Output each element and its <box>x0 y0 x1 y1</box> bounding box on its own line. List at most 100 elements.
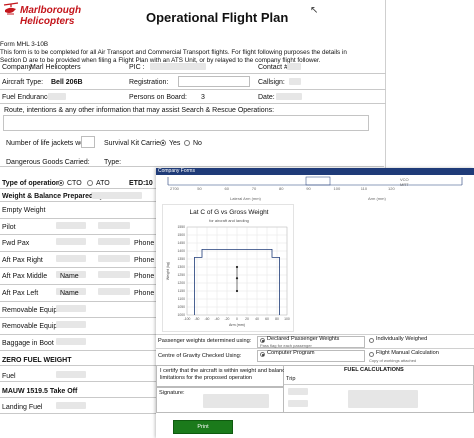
certify-line-1: I certify that the aircraft is within we… <box>160 368 289 374</box>
top-axis-tick: 2700 <box>170 186 179 191</box>
wb-item-phone-label: Phone <box>134 273 155 281</box>
y-tick-label: 1050 <box>177 305 185 309</box>
x-tick-label: -20 <box>225 317 230 321</box>
print-button[interactable]: Print <box>173 420 233 434</box>
company-forms-panel: Company Forms 2700 50 60 70 80 90 100 110 120 La… <box>156 168 474 438</box>
x-axis-label: Arm (mm) <box>229 323 245 327</box>
dg-divider <box>0 166 384 167</box>
wb-item-weight-field[interactable] <box>56 221 86 229</box>
persons-value[interactable]: 3 <box>201 93 205 102</box>
brand-line-1: Marlborough <box>20 5 82 16</box>
y-tick-label: 1000 <box>177 313 185 317</box>
callsign-field[interactable] <box>289 78 301 85</box>
registration-label: Registration: <box>129 79 169 86</box>
wb-item-weight-field[interactable] <box>56 337 86 345</box>
zfw-label: ZERO FUEL WEIGHT <box>2 357 72 364</box>
fuel-calc-field-2[interactable] <box>288 400 308 407</box>
wb-item-label: Empty Weight <box>2 207 46 214</box>
life-jackets-input[interactable] <box>81 136 95 148</box>
individually-radio[interactable] <box>369 338 374 343</box>
wb-item-label: Fwd Pax <box>2 240 30 248</box>
intro-text-1: This form is to be completed for all Air… <box>0 49 347 56</box>
fuel-calc-field-1[interactable] <box>288 388 308 395</box>
wb-preparer-field[interactable] <box>92 192 142 199</box>
wb-item-arm-field[interactable] <box>98 238 130 246</box>
y-tick-label: 1450 <box>177 241 185 245</box>
wb-item-weight-field[interactable] <box>56 321 86 329</box>
form-header: Marlborough Helicopters Operational Flig… <box>0 0 386 42</box>
wb-item-label: Aft Pax Left <box>2 290 39 297</box>
company-row: Company: Marl Helicopters PIC : Contact … <box>0 60 386 74</box>
manual-radio[interactable] <box>369 352 374 357</box>
signature-field[interactable] <box>203 394 269 408</box>
cg-point <box>235 265 239 269</box>
fuel-field[interactable] <box>56 371 86 378</box>
y-tick-label: 1350 <box>177 257 185 261</box>
wb-item-arm-field[interactable] <box>98 288 130 295</box>
fuel-endurance-field[interactable] <box>48 93 66 100</box>
contact-label: Contact # <box>258 64 288 71</box>
wb-item-weight-field[interactable] <box>56 238 86 246</box>
fuel-calc-title: FUEL CALCULATIONS <box>344 367 404 373</box>
fuel-label: Fuel <box>2 373 16 380</box>
x-tick-label: 80 <box>275 317 279 321</box>
y-tick-label: 1250 <box>177 273 185 277</box>
form-id: Form MHL 3-10B <box>0 41 49 48</box>
survival-kit-label: Survival Kit Carried: <box>104 140 166 147</box>
x-tick-label: -100 <box>184 317 191 321</box>
cto-radio[interactable] <box>58 180 64 186</box>
company-forms-title: Company Forms <box>158 168 195 174</box>
callsign-label: Callsign: <box>258 79 285 86</box>
cg-point <box>235 277 239 280</box>
wb-item-arm-field[interactable] <box>98 254 130 262</box>
company-logo: Marlborough Helicopters <box>2 2 81 40</box>
registration-field[interactable] <box>178 76 250 87</box>
cto-label: CTO <box>67 180 82 187</box>
cg-point <box>235 289 239 293</box>
cog-row: Centre of Gravity Checked Using: Compute… <box>156 348 474 364</box>
x-tick-label: 100 <box>284 317 290 321</box>
top-axis-tick: 50 <box>197 186 202 191</box>
helicopter-logo-icon <box>3 2 19 15</box>
computer-label: Computer Program <box>267 350 315 356</box>
mouse-cursor-icon: ↖ <box>310 5 319 16</box>
route-textarea[interactable] <box>3 115 369 131</box>
etd-value[interactable]: 10 <box>145 179 153 188</box>
fuel-endurance-label: Fuel Endurance: <box>2 94 54 101</box>
fuel-calc-divider <box>284 384 474 385</box>
etd-label: ETD: <box>129 180 146 187</box>
date-field[interactable] <box>276 93 302 100</box>
landing-fuel-field[interactable] <box>56 402 86 409</box>
x-tick-label: -40 <box>215 317 220 321</box>
survival-yes-radio[interactable] <box>160 140 166 146</box>
y-tick-label: 1150 <box>178 289 185 293</box>
computer-radio[interactable] <box>260 352 265 357</box>
route-row: Route, intentions & any other informatio… <box>0 104 386 132</box>
cg-chart-frame: Lat C of G vs Gross Weight for aircraft … <box>162 204 294 332</box>
x-tick-label: 0 <box>236 317 238 321</box>
y-axis-label: Weight (kg) <box>166 262 170 280</box>
company-value[interactable]: Marl Helicopters <box>30 63 81 72</box>
wb-item-weight-field[interactable] <box>56 254 86 262</box>
wb-item-phone-label: Phone <box>134 290 155 297</box>
survival-no-radio[interactable] <box>184 140 190 146</box>
pic-field[interactable] <box>150 63 206 70</box>
survival-no-label: No <box>193 140 202 147</box>
contact-field[interactable] <box>287 63 301 70</box>
wb-item-weight-field[interactable] <box>56 304 86 312</box>
wb-item-label: Pilot <box>2 223 16 231</box>
ato-radio[interactable] <box>87 180 93 186</box>
wb-item-name-label: Name <box>60 273 79 281</box>
aircraft-type-value[interactable]: Bell 206B <box>51 78 83 87</box>
wb-item-arm-field[interactable] <box>98 271 130 279</box>
y-tick-label: 1300 <box>177 265 185 269</box>
y-tick-label: 1100 <box>178 297 185 301</box>
wb-item-arm-field[interactable] <box>98 221 130 229</box>
brand-line-2: Helicopters <box>20 16 75 27</box>
cg-chart: -100 -80 -60 -40 -20 0 20 40 60 80 100 1000 1050 1100… <box>166 225 290 327</box>
fuel-calc-values[interactable] <box>348 390 418 408</box>
signature-box: Signature: <box>156 387 284 413</box>
top-axis-label-right: Arm (mm) <box>368 196 386 201</box>
wb-item-label: Removable Equip. <box>2 323 60 331</box>
wb-label: Weight & Balance Prepared by: <box>2 193 106 200</box>
